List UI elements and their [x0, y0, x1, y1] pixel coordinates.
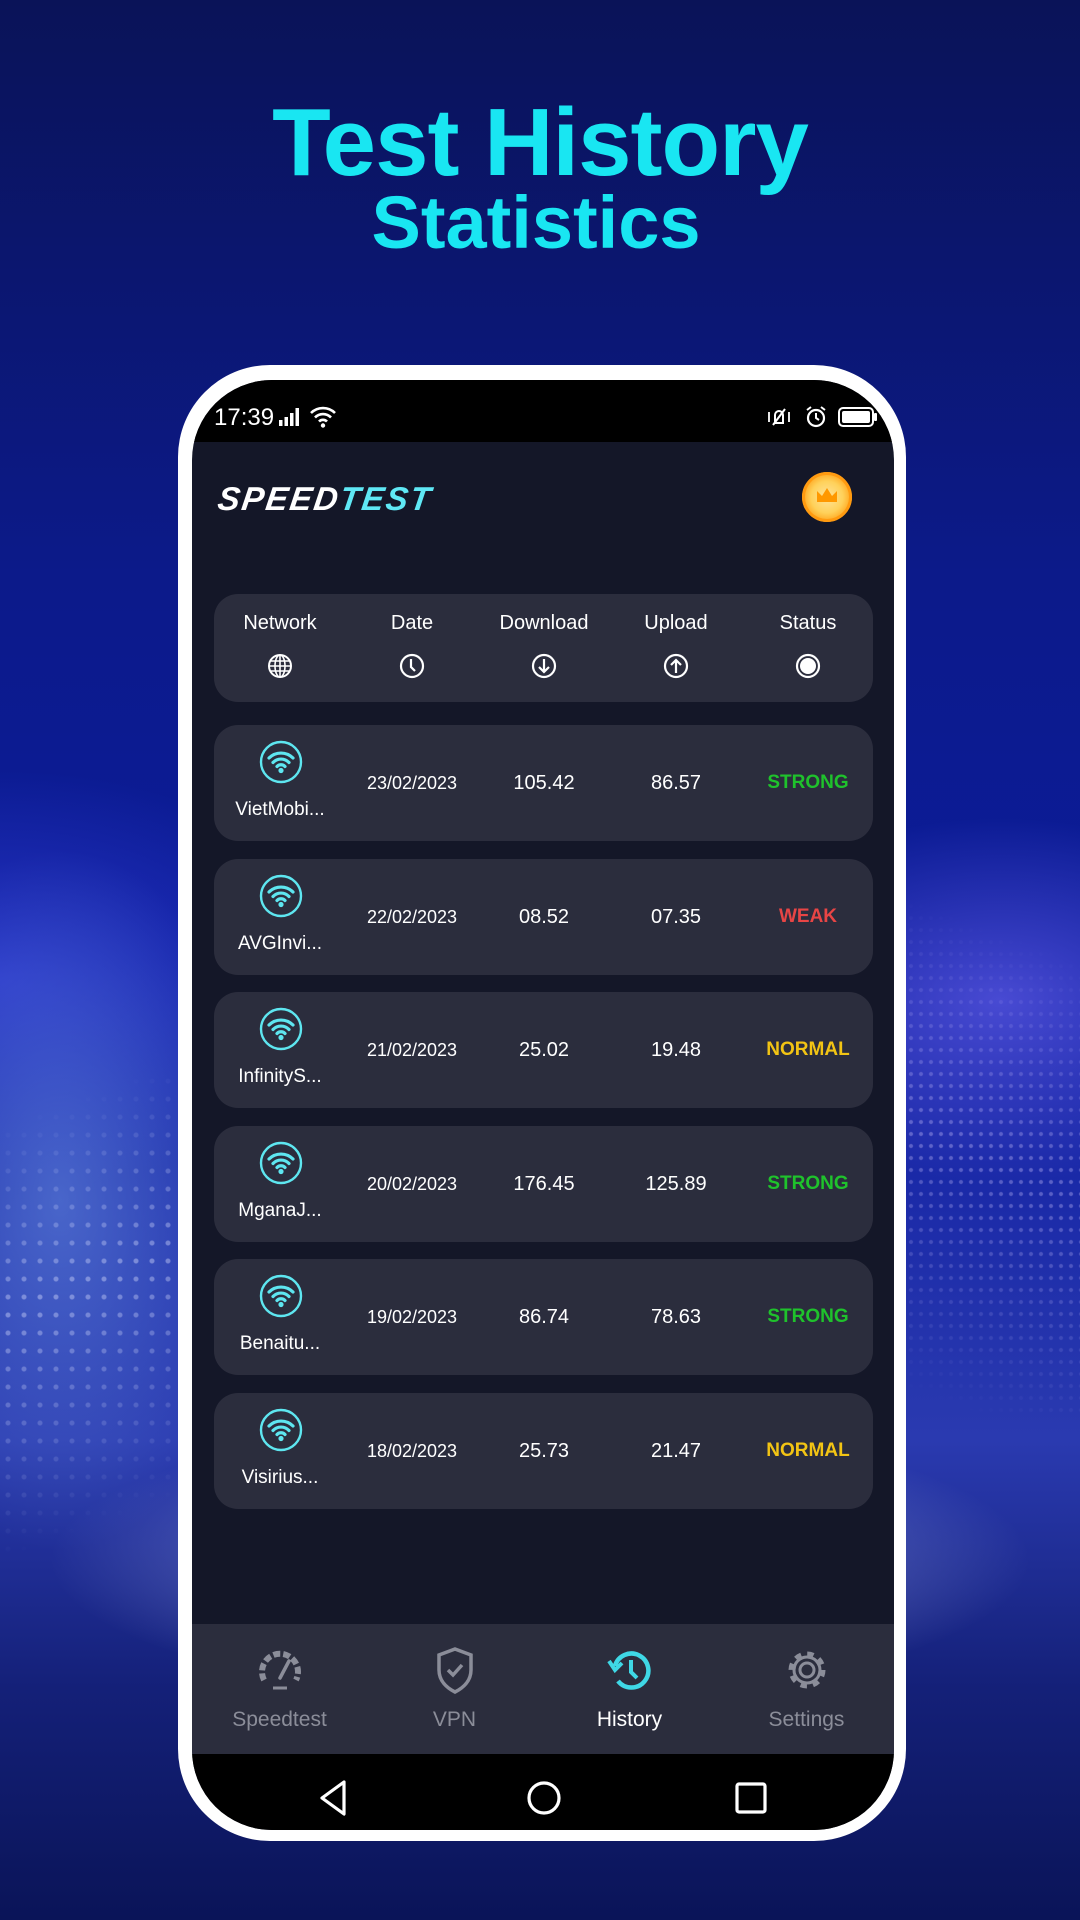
shield-check-icon [437, 1647, 473, 1694]
promo-subheadline: Statistics [371, 181, 701, 264]
nav-vpn[interactable]: VPN [367, 1624, 542, 1754]
status-bar: 17:39 [192, 380, 894, 442]
column-label: Upload [644, 612, 708, 634]
clock-icon [399, 653, 425, 679]
history-icon [607, 1651, 651, 1690]
recents-icon[interactable] [729, 1776, 773, 1820]
column-label: Network [243, 612, 317, 634]
download-cell: 176.45 [513, 1172, 575, 1195]
date-cell: 23/02/2023 [366, 773, 458, 793]
network-cell: InfinityS... [214, 992, 346, 1108]
column-label: Download [499, 612, 589, 634]
date-cell: 18/02/2023 [366, 1440, 458, 1461]
network-cell: Visirius... [214, 1393, 346, 1509]
alarm-icon [806, 406, 826, 428]
table-row[interactable]: InfinityS... 21/02/2023 25.02 19.48 NORMAL [214, 992, 873, 1108]
network-name: InfinityS... [238, 1066, 322, 1087]
network-name: MganaJ... [238, 1199, 322, 1221]
signal-icon [279, 408, 299, 426]
table-header: Network Date Download Upload Status [214, 594, 873, 702]
network-cell: MganaJ... [214, 1126, 346, 1242]
nav-label: History [596, 1708, 663, 1731]
upload-cell: 19.48 [650, 1039, 702, 1061]
date-cell: 20/02/2023 [366, 1173, 458, 1194]
nav-label: Settings [768, 1708, 845, 1731]
network-name: Benaitu... [239, 1333, 321, 1354]
network-name: Visirius... [241, 1466, 319, 1488]
premium-button[interactable] [802, 472, 852, 522]
status-badge: WEAK [778, 905, 838, 927]
column-label: Date [390, 612, 434, 634]
table-row[interactable]: Benaitu... 19/02/2023 86.74 78.63 STRONG [214, 1259, 873, 1375]
network-cell: VietMobi... [214, 725, 346, 841]
table-row[interactable]: AVGInvi... 22/02/2023 08.52 07.35 WEAK [214, 858, 873, 975]
download-cell: 86.74 [518, 1306, 570, 1328]
gear-icon [788, 1651, 826, 1689]
download-cell: 25.02 [518, 1039, 570, 1061]
wifi-network-icon [259, 1274, 303, 1318]
back-icon[interactable] [312, 1776, 356, 1820]
home-icon[interactable] [522, 1776, 566, 1820]
network-name: VietMobi... [235, 799, 325, 820]
speedometer-icon [259, 1650, 301, 1690]
nav-label: Speedtest [232, 1708, 327, 1731]
date-cell: 21/02/2023 [366, 1040, 458, 1060]
upload-cell: 07.35 [650, 905, 702, 928]
column-label: Status [779, 612, 837, 634]
logo-speed: SPEED [215, 480, 343, 517]
date-cell: 22/02/2023 [366, 906, 458, 927]
status-badge: STRONG [767, 1172, 849, 1194]
wifi-network-icon [259, 740, 303, 784]
wifi-icon [310, 406, 336, 428]
background-wave-left [0, 1000, 178, 1560]
status-badge: NORMAL [766, 1039, 850, 1060]
system-navigation-bar [192, 1754, 894, 1830]
logo-test: TEST [337, 480, 435, 517]
bottom-navigation: Speedtest VPN History Settings [192, 1624, 894, 1754]
status-dot-icon [795, 653, 821, 679]
upload-cell: 125.89 [645, 1172, 707, 1195]
nav-settings[interactable]: Settings [719, 1624, 894, 1754]
network-cell: Benaitu... [214, 1259, 346, 1375]
app-logo: SPEEDTEST [215, 480, 435, 518]
download-cell: 08.52 [518, 905, 570, 928]
download-cell: 25.73 [518, 1439, 570, 1462]
wifi-network-icon [259, 1007, 303, 1051]
wifi-network-icon [259, 1141, 303, 1184]
status-badge: STRONG [767, 772, 849, 793]
table-row[interactable]: VietMobi... 23/02/2023 105.42 86.57 STRONG [214, 725, 873, 841]
download-cell: 105.42 [513, 772, 575, 794]
upload-cell: 78.63 [650, 1306, 702, 1328]
nav-label: VPN [432, 1708, 477, 1731]
upload-cell: 21.47 [650, 1439, 702, 1462]
network-cell: AVGInvi... [214, 859, 346, 975]
nav-speedtest[interactable]: Speedtest [192, 1624, 367, 1754]
status-badge: STRONG [767, 1306, 849, 1327]
upload-icon [663, 653, 689, 679]
wifi-network-icon [259, 1408, 303, 1451]
status-time: 17:39 [214, 404, 275, 431]
table-row[interactable]: MganaJ... 20/02/2023 176.45 125.89 STRONG [214, 1125, 873, 1242]
network-name: AVGInvi... [237, 932, 323, 954]
wifi-network-icon [259, 874, 303, 917]
nav-history[interactable]: History [542, 1624, 717, 1754]
status-badge: NORMAL [766, 1439, 850, 1461]
table-row[interactable]: Visirius... 18/02/2023 25.73 21.47 NORMAL [214, 1392, 873, 1509]
upload-cell: 86.57 [650, 772, 702, 794]
background-wave-right [906, 900, 1080, 1420]
date-cell: 19/02/2023 [366, 1307, 458, 1327]
battery-icon [838, 407, 877, 427]
download-icon [531, 653, 557, 679]
globe-icon [268, 654, 292, 678]
vibrate-icon [768, 408, 790, 426]
phone-screen: 17:39 SPEEDTEST Network Date Download Up… [192, 380, 894, 1830]
crown-icon [817, 488, 837, 502]
